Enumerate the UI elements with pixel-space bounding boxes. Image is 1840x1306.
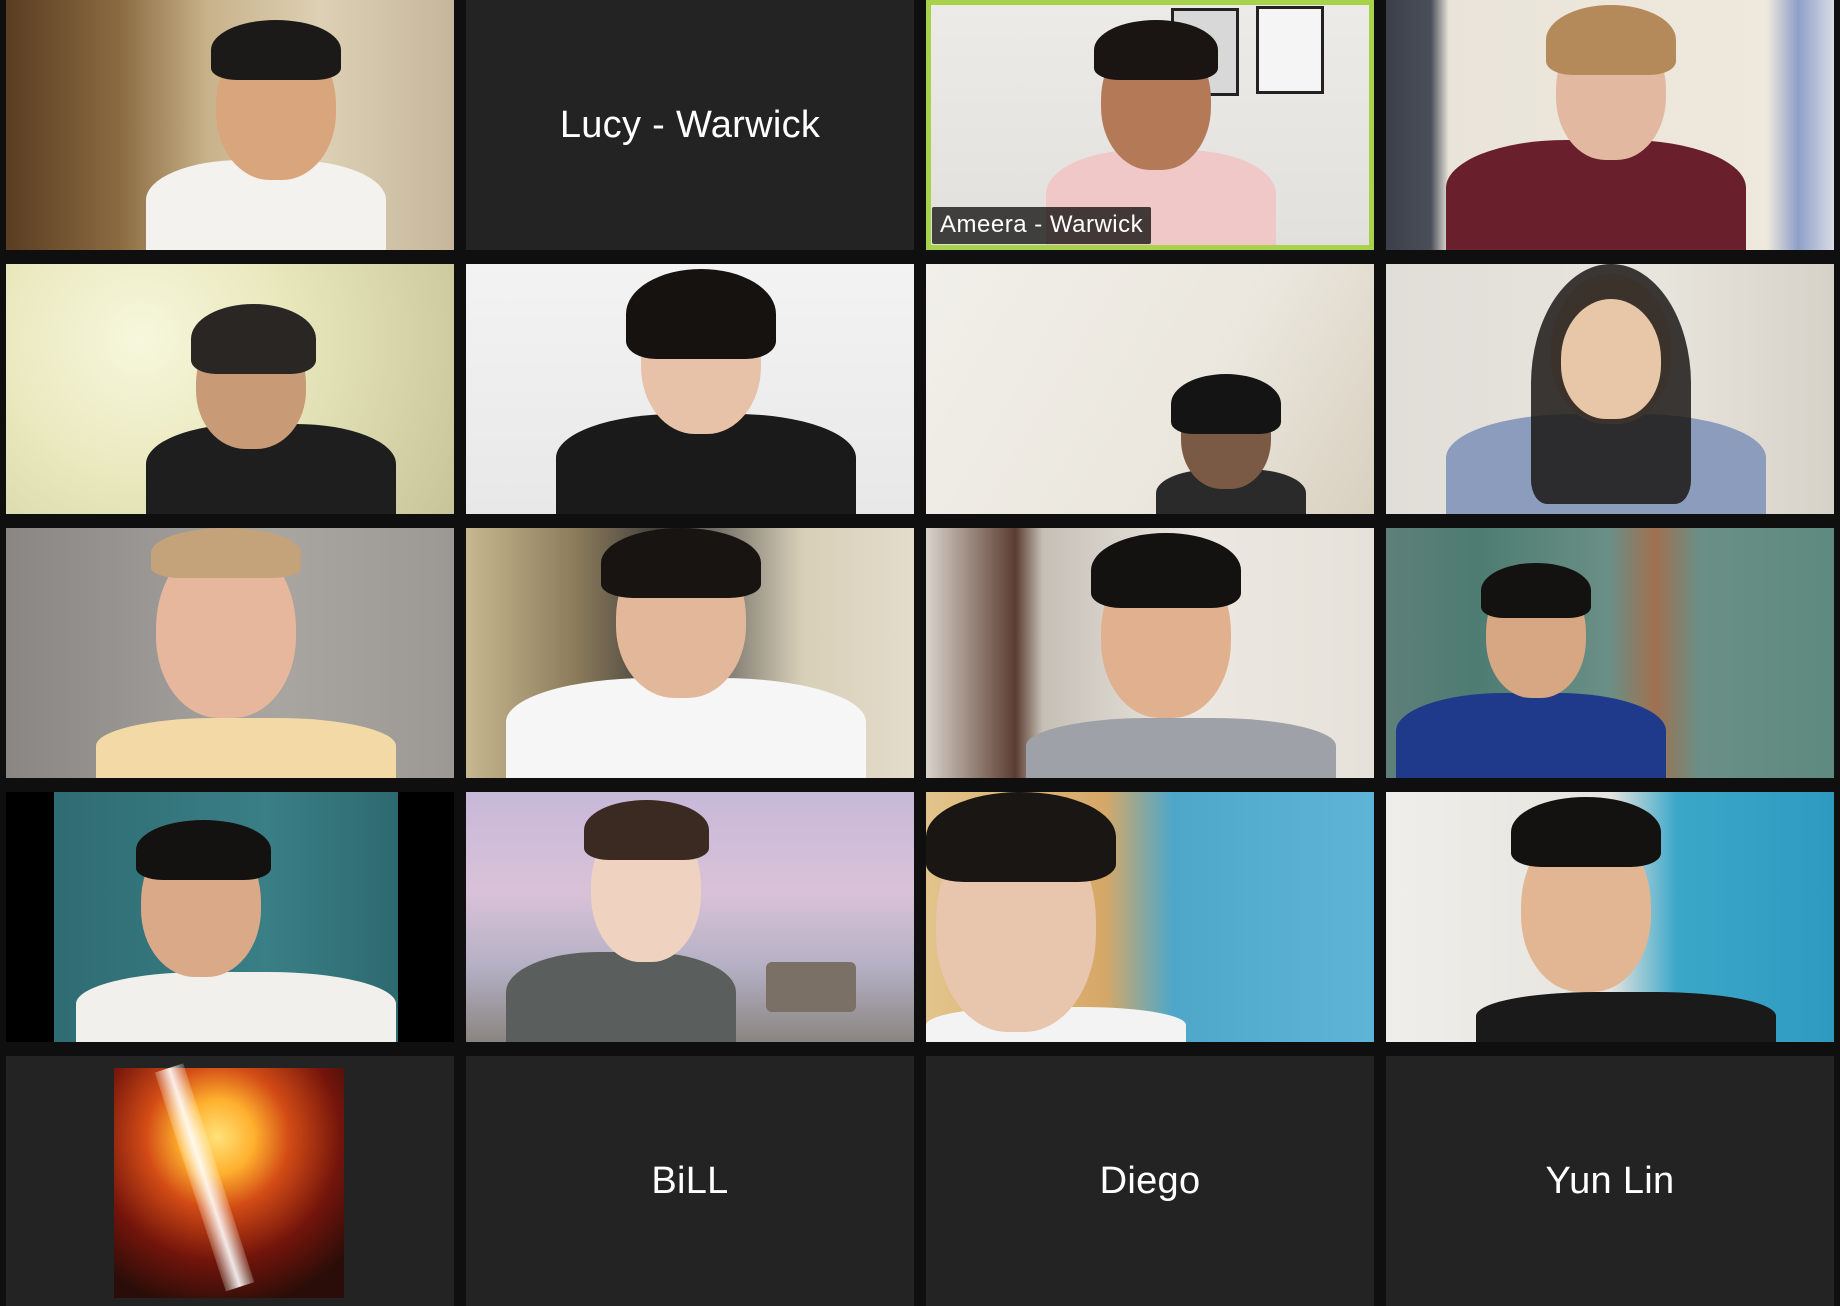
- participant-name: BiLL: [651, 1159, 729, 1202]
- participant-tile-name-only[interactable]: BiLL: [466, 1056, 914, 1306]
- participant-tile-name-only[interactable]: Diego: [926, 1056, 1374, 1306]
- participant-tile-video[interactable]: [6, 792, 454, 1042]
- video-feed: [1386, 0, 1834, 250]
- participant-name-tag: Ameera - Warwick: [932, 207, 1152, 244]
- gallery-view: Lucy - Warwick Ameera - Warwick BiLL Die…: [6, 0, 1834, 1306]
- participant-name: Lucy - Warwick: [559, 103, 821, 146]
- video-feed: [466, 792, 914, 1042]
- participant-tile-video[interactable]: [1386, 264, 1834, 514]
- video-feed: [6, 0, 454, 250]
- participant-tile-video[interactable]: [6, 264, 454, 514]
- participant-tile-video[interactable]: [466, 528, 914, 778]
- participant-tile-video[interactable]: [926, 264, 1374, 514]
- video-feed: [1386, 792, 1834, 1042]
- participant-tile-video[interactable]: [6, 0, 454, 250]
- video-feed: [926, 264, 1374, 514]
- video-feed: [1386, 264, 1834, 514]
- video-feed: [6, 528, 454, 778]
- video-feed: [6, 792, 454, 1042]
- participant-tile-name-only[interactable]: Lucy - Warwick: [466, 0, 914, 250]
- video-feed: [1386, 528, 1834, 778]
- participant-tile-video[interactable]: [926, 528, 1374, 778]
- participant-tile-video[interactable]: [1386, 528, 1834, 778]
- participant-tile-name-only[interactable]: Yun Lin: [1386, 1056, 1834, 1306]
- profile-picture: [114, 1063, 344, 1298]
- participant-tile-video[interactable]: [6, 528, 454, 778]
- participant-tile-avatar[interactable]: [6, 1056, 454, 1306]
- participant-tile-video[interactable]: [1386, 792, 1834, 1042]
- participant-tile-video[interactable]: [466, 264, 914, 514]
- participant-name: Yun Lin: [1545, 1159, 1675, 1202]
- video-feed: [926, 528, 1374, 778]
- video-feed: [6, 264, 454, 514]
- video-feed: [466, 528, 914, 778]
- participant-tile-video[interactable]: [926, 792, 1374, 1042]
- participant-tile-active-speaker[interactable]: Ameera - Warwick: [926, 0, 1374, 250]
- participant-name: Diego: [1099, 1159, 1201, 1202]
- participant-tile-video[interactable]: [466, 792, 914, 1042]
- video-feed: [926, 792, 1374, 1042]
- participant-tile-video[interactable]: [1386, 0, 1834, 250]
- video-feed: [466, 264, 914, 514]
